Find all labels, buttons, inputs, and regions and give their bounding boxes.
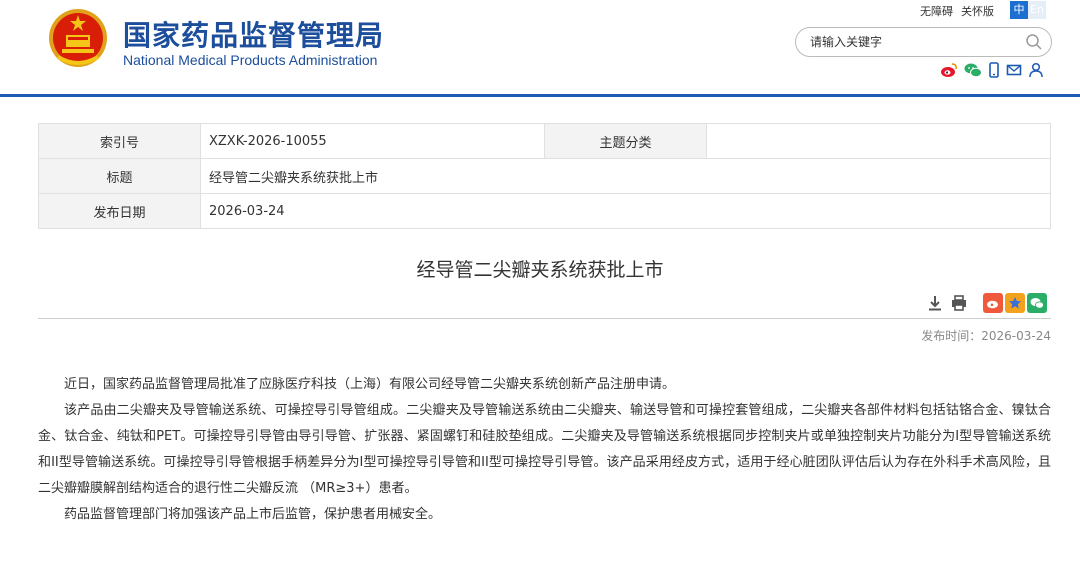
date-label: 发布日期 [38, 193, 201, 229]
article-paragraph: 该产品由二尖瓣夹及导管输送系统、可操控导引导管组成。二尖瓣夹及导管输送系统由二尖… [38, 403, 1051, 496]
index-label: 索引号 [38, 123, 201, 159]
print-icon[interactable] [950, 294, 968, 312]
national-emblem-logo[interactable] [48, 7, 108, 69]
user-icon[interactable] [1028, 62, 1044, 78]
weibo-icon [987, 300, 998, 309]
category-value [706, 123, 1051, 159]
mobile-icon[interactable] [988, 62, 1000, 78]
date-value: 2026-03-24 [200, 193, 1051, 229]
publish-time: 发布时间：2026-03-24 [921, 327, 1051, 344]
site-title-cn[interactable]: 国家药品监督管理局 [123, 14, 384, 54]
share-buttons [983, 293, 1047, 313]
table-row: 标题 经导管二尖瓣夹系统获批上市 [38, 158, 1051, 194]
download-icon[interactable] [926, 294, 944, 312]
share-favorite-button[interactable] [1005, 293, 1025, 313]
language-switch: 中 En [1010, 1, 1046, 19]
social-links [940, 62, 1044, 78]
table-row: 发布日期 2026-03-24 [38, 193, 1051, 229]
star-icon [1009, 297, 1021, 309]
share-weibo-button[interactable] [983, 293, 1003, 313]
article-tools [926, 294, 968, 312]
accessibility-link[interactable]: 无障碍 [920, 5, 953, 18]
wechat-icon [1030, 298, 1044, 309]
lang-zh-button[interactable]: 中 [1010, 1, 1028, 19]
article-paragraph: 近日，国家药品监督管理局批准了应脉医疗科技（上海）有限公司经导管二尖瓣夹系统创新… [64, 377, 676, 392]
table-row: 索引号 XZXK-2026-10055 主题分类 [38, 123, 1051, 159]
weibo-icon[interactable] [940, 62, 958, 78]
site-header: 国家药品监督管理局 National Medical Products Admi… [0, 0, 1080, 97]
mail-icon[interactable] [1006, 62, 1022, 78]
title-label: 标题 [38, 158, 201, 194]
search-input[interactable] [810, 33, 1010, 51]
header-divider [0, 94, 1080, 97]
publish-time-value: 2026-03-24 [981, 329, 1051, 343]
share-wechat-button[interactable] [1027, 293, 1047, 313]
info-table: 索引号 XZXK-2026-10055 主题分类 标题 经导管二尖瓣夹系统获批上… [38, 123, 1051, 229]
article-body: 近日，国家药品监督管理局批准了应脉医疗科技（上海）有限公司经导管二尖瓣夹系统创新… [38, 372, 1051, 528]
lang-en-button[interactable]: En [1028, 1, 1046, 19]
top-links: 无障碍 关怀版 [920, 3, 1002, 19]
site-title-en[interactable]: National Medical Products Administration [123, 52, 377, 68]
category-label: 主题分类 [544, 123, 707, 159]
article-divider [38, 318, 1051, 319]
article-title: 经导管二尖瓣夹系统获批上市 [416, 259, 664, 281]
article-paragraph: 药品监督管理部门将加强该产品上市后监管，保护患者用械安全。 [64, 507, 442, 522]
publish-time-label: 发布时间： [921, 329, 982, 343]
title-value: 经导管二尖瓣夹系统获批上市 [200, 158, 1051, 194]
search-box [795, 27, 1052, 57]
care-version-link[interactable]: 关怀版 [961, 5, 994, 18]
wechat-icon[interactable] [964, 62, 982, 78]
index-value: XZXK-2026-10055 [200, 123, 545, 159]
search-icon[interactable] [1025, 33, 1043, 51]
